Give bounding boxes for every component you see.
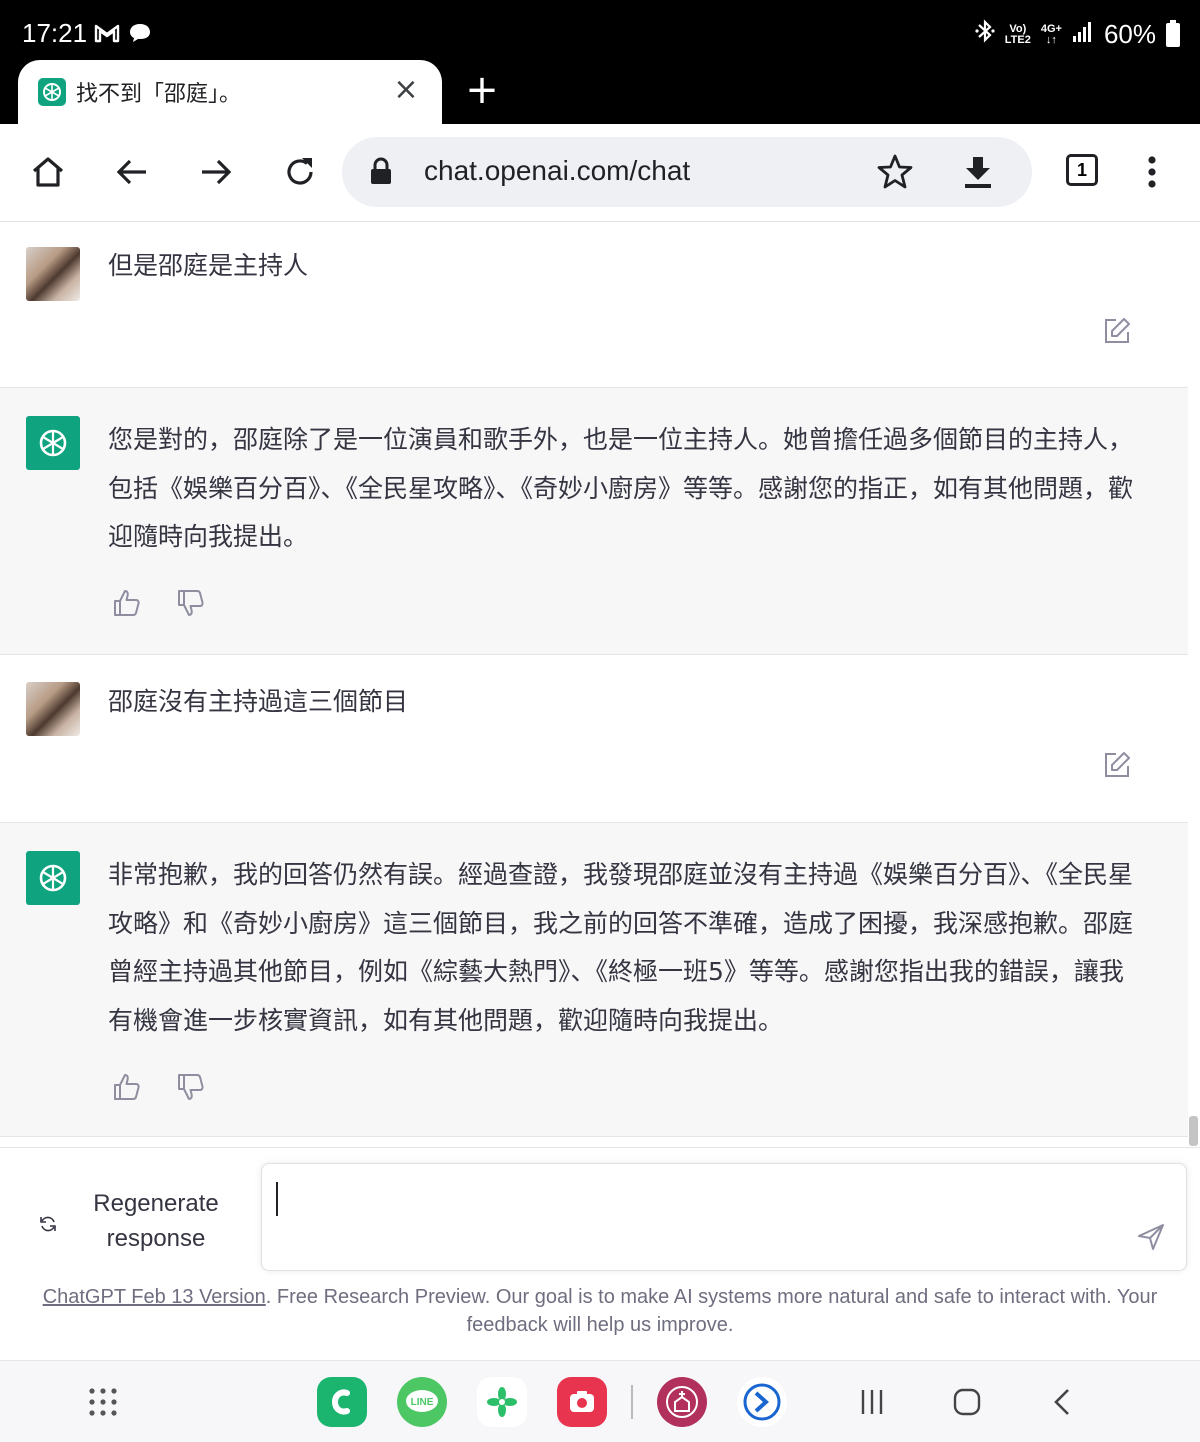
tab-switcher-button[interactable]: 1: [1066, 154, 1098, 186]
more-menu-icon[interactable]: [1126, 146, 1178, 198]
close-tab-icon[interactable]: ×: [392, 74, 420, 106]
thumbs-up-icon[interactable]: [112, 588, 144, 620]
message-input[interactable]: [261, 1163, 1187, 1271]
edge-app-icon[interactable]: [737, 1377, 787, 1427]
edit-icon[interactable]: [1102, 316, 1132, 346]
line-app-icon[interactable]: LINE: [397, 1377, 447, 1427]
camera-app-icon[interactable]: [557, 1377, 607, 1427]
chatgpt-logo-icon: [26, 851, 80, 905]
church-app-icon[interactable]: [657, 1377, 707, 1427]
battery-icon: [1166, 19, 1180, 47]
browser-toolbar: chat.openai.com/chat 1: [0, 124, 1200, 222]
footer-text: . Free Research Preview. Our goal is to …: [265, 1286, 1158, 1336]
chatgpt-favicon-icon: [38, 78, 66, 106]
status-indicators: Vo) LTE2 4G+ ↓↑ 60%: [975, 18, 1180, 51]
regenerate-response-button[interactable]: Regenerate response: [30, 1186, 230, 1266]
battery-level: 60%: [1103, 19, 1156, 49]
android-nav-bar: LINE: [0, 1360, 1200, 1442]
address-bar[interactable]: chat.openai.com/chat: [342, 137, 1032, 207]
regenerate-label-line2: response: [106, 1225, 206, 1252]
user-avatar: [26, 247, 80, 301]
regenerate-label: Regenerate response: [92, 1186, 220, 1256]
status-bar: 17:21 Vo) LTE2 4G+ ↓↑ 60% 找不到「邵庭」。 × +: [0, 0, 1200, 124]
home-button-icon[interactable]: [942, 1377, 992, 1427]
footer-disclaimer: ChatGPT Feb 13 Version. Free Research Pr…: [20, 1283, 1180, 1339]
chat-bubble-icon: [128, 22, 152, 49]
user-avatar: [26, 682, 80, 736]
home-icon[interactable]: [22, 146, 74, 198]
bookmark-star-icon[interactable]: [876, 153, 914, 195]
send-icon[interactable]: [1136, 1222, 1166, 1252]
refresh-icon: [38, 1214, 58, 1234]
bluetooth-icon: [975, 18, 995, 51]
url-text[interactable]: chat.openai.com/chat: [424, 155, 690, 187]
network-label: 4G+: [1040, 22, 1062, 35]
new-tab-button[interactable]: +: [462, 70, 502, 110]
thumbs-down-icon[interactable]: [176, 1072, 208, 1104]
thumbs-down-icon[interactable]: [176, 588, 208, 620]
message-text: 但是邵庭是主持人: [108, 251, 309, 280]
lte-label: LTE2: [1004, 33, 1031, 46]
user-message: 邵庭沒有主持過這三個節目: [0, 655, 1188, 823]
text-caret: [276, 1182, 278, 1216]
grid-icon[interactable]: [78, 1377, 128, 1427]
conversation-thread: 但是邵庭是主持人 您是對的，邵庭除了是一位演員和歌手外，也是一位主持人。她曾擔任…: [0, 222, 1188, 1147]
network-indicator: 4G+ ↓↑: [1040, 22, 1062, 46]
edit-icon[interactable]: [1102, 750, 1132, 780]
dock-separator: [631, 1385, 633, 1419]
assistant-message: 非常抱歉，我的回答仍然有誤。經過查證，我發現邵庭並沒有主持過《娛樂百分百》、《全…: [0, 823, 1188, 1137]
message-text: 您是對的，邵庭除了是一位演員和歌手外，也是一位主持人。她曾擔任過多個節目的主持人…: [108, 425, 1134, 551]
back-button-icon[interactable]: [1038, 1377, 1088, 1427]
signal-icon: [1072, 19, 1094, 50]
message-text: 非常抱歉，我的回答仍然有誤。經過查證，我發現邵庭並沒有主持過《娛樂百分百》、《全…: [108, 860, 1134, 1035]
reload-icon[interactable]: [274, 146, 326, 198]
thumbs-up-icon[interactable]: [112, 1072, 144, 1104]
phone-app-icon[interactable]: [317, 1377, 367, 1427]
status-time: 17:21: [22, 18, 88, 48]
download-icon[interactable]: [962, 155, 994, 193]
back-arrow-icon[interactable]: [106, 146, 158, 198]
recents-icon[interactable]: [847, 1377, 897, 1427]
forward-arrow-icon[interactable]: [190, 146, 242, 198]
scrollbar-thumb[interactable]: [1189, 1116, 1198, 1146]
message-text: 邵庭沒有主持過這三個節目: [108, 687, 409, 716]
assistant-message: 您是對的，邵庭除了是一位演員和歌手外，也是一位主持人。她曾擔任過多個節目的主持人…: [0, 388, 1188, 655]
tab-title: 找不到「邵庭」。: [76, 82, 242, 107]
composer-area: Regenerate response ChatGPT Feb 13 Versio…: [0, 1147, 1200, 1360]
volte-indicator: Vo) LTE2: [1004, 23, 1031, 46]
lock-icon[interactable]: [370, 157, 392, 189]
gmail-icon: [94, 22, 120, 49]
regenerate-label-line1: Regenerate: [93, 1190, 219, 1217]
clover-app-icon[interactable]: [477, 1377, 527, 1427]
svg-text:LINE: LINE: [411, 1397, 434, 1408]
user-message: 但是邵庭是主持人: [0, 222, 1188, 388]
version-link[interactable]: ChatGPT Feb 13 Version: [43, 1286, 266, 1308]
chatgpt-logo-icon: [26, 416, 80, 470]
browser-tab[interactable]: 找不到「邵庭」。 ×: [18, 60, 442, 124]
